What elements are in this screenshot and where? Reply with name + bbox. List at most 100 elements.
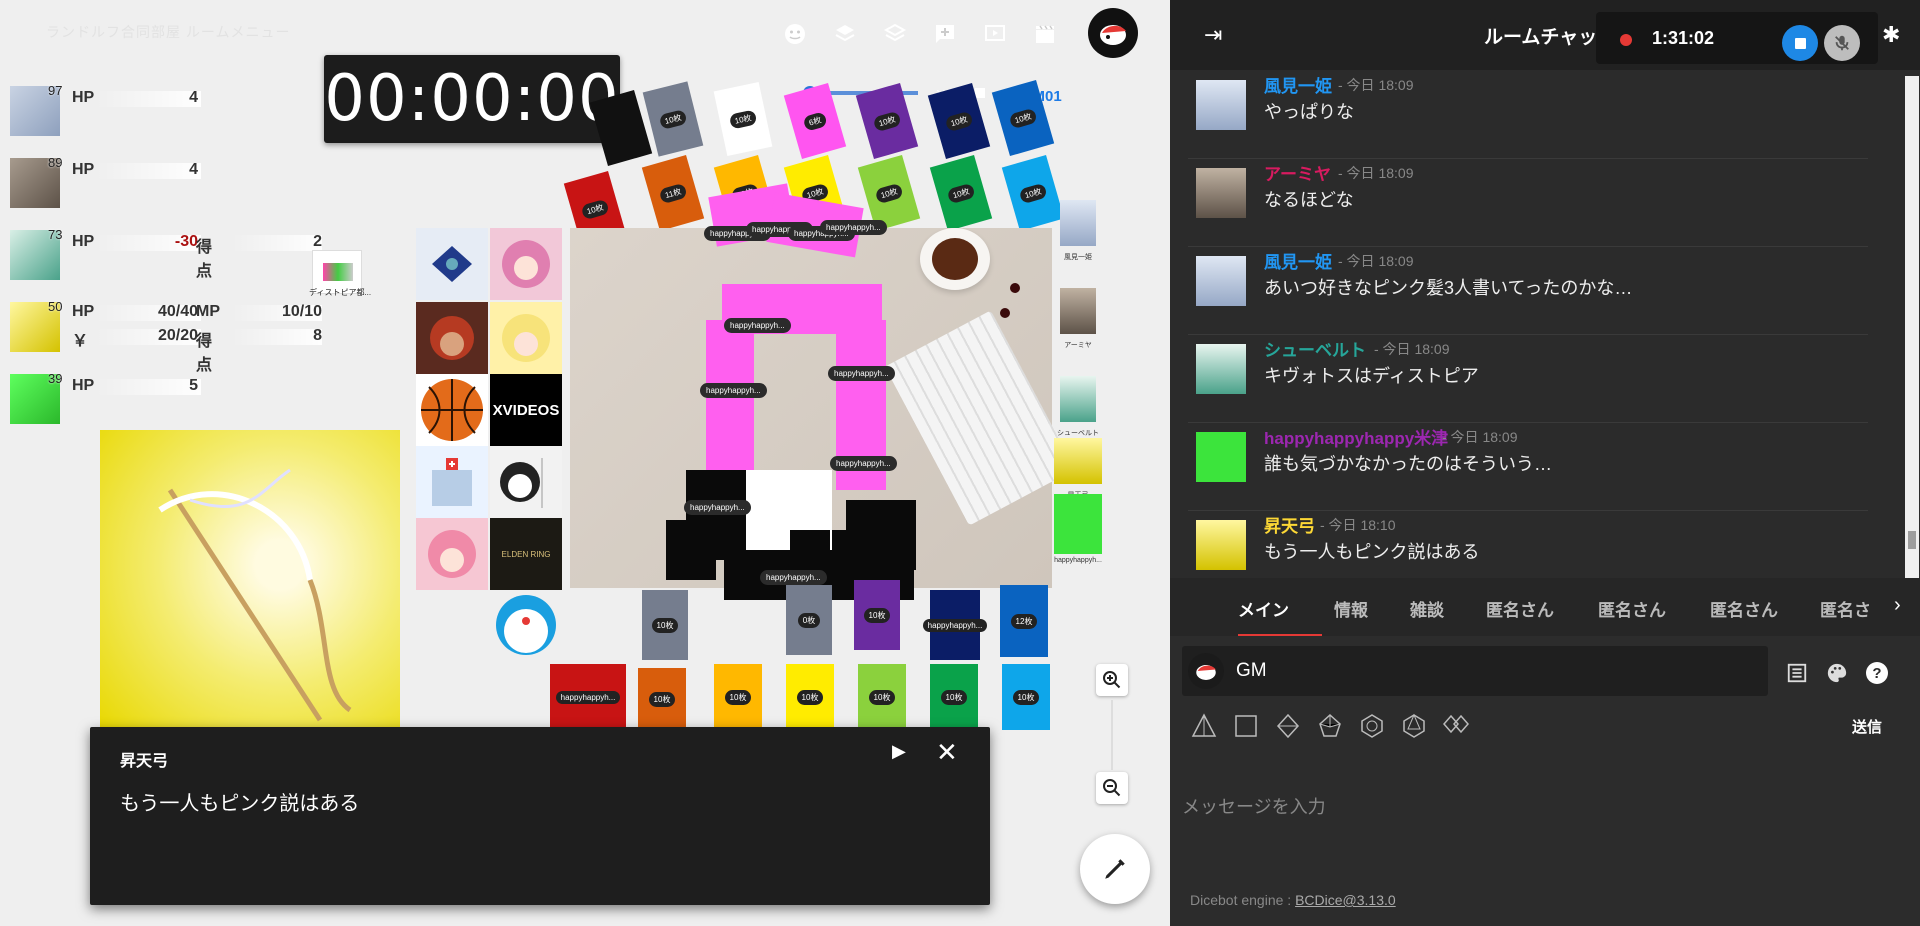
card[interactable]: 10枚 — [638, 668, 686, 730]
message-input[interactable] — [1180, 756, 1914, 858]
card[interactable]: happyhappyh... — [922, 590, 988, 660]
chat-popup[interactable]: 昇天弓 もう一人もピンク説はある ▶ ✕ — [90, 727, 990, 905]
card[interactable]: 10枚 — [1002, 664, 1050, 730]
d6-dice-icon[interactable] — [1232, 712, 1260, 740]
dystopia-card-label: ディストピア都... — [309, 288, 372, 297]
image-tile-logo[interactable]: XVIDEOS — [490, 374, 562, 446]
tab-anonymous-4[interactable]: 匿名さ — [1820, 596, 1871, 621]
chat-message: 風見一姫 - 今日 18:09 やっぱりな — [1188, 70, 1868, 159]
card[interactable]: 10枚 — [714, 664, 762, 730]
card[interactable]: 10枚 — [930, 664, 978, 730]
close-icon[interactable]: ✕ — [936, 737, 958, 768]
character-piece[interactable]: 昇天弓 — [1054, 438, 1102, 500]
popup-speaker: 昇天弓 — [120, 753, 169, 770]
stat-label: MP — [196, 303, 220, 320]
message-author: happyhappyhappy米津 — [1264, 429, 1449, 448]
zoom-out-button[interactable] — [1096, 772, 1128, 804]
tab-anonymous-2[interactable]: 匿名さん — [1598, 596, 1666, 621]
gm-avatar-button[interactable] — [1088, 8, 1138, 58]
message-time: - 今日 18:09 — [1374, 341, 1450, 357]
message-text: なるほどな — [1264, 190, 1354, 210]
image-tile-pirate[interactable] — [416, 302, 488, 374]
image-tile-pink-girl[interactable] — [416, 518, 488, 590]
card[interactable]: 12枚 — [1000, 585, 1048, 657]
stat-value: 8 — [313, 327, 322, 344]
face-icon[interactable] — [781, 20, 809, 48]
chat-header: ⇥ ルームチャット 1:31:02 ✱ — [1170, 0, 1920, 70]
add-comment-icon[interactable] — [931, 20, 959, 48]
d8-dice-icon[interactable] — [1274, 712, 1302, 740]
zoom-in-icon — [1103, 671, 1121, 689]
stat-label: HP — [72, 161, 95, 178]
next-arrow-icon[interactable]: ▶ — [892, 741, 906, 762]
image-tile-pink-hair[interactable] — [490, 228, 562, 300]
send-button[interactable]: 送信 — [1852, 716, 1882, 737]
card[interactable]: 11枚 — [641, 154, 705, 232]
d20-dice-icon[interactable] — [1400, 712, 1428, 740]
card[interactable]: 10枚 — [713, 81, 773, 157]
help-icon[interactable]: ? — [1864, 660, 1890, 686]
mic-off-button[interactable] — [1824, 25, 1860, 61]
d12-dice-icon[interactable] — [1358, 712, 1386, 740]
character-piece[interactable]: 風見一姫 — [1054, 200, 1102, 262]
tab-main[interactable]: メイン — [1238, 596, 1289, 621]
stop-recording-button[interactable] — [1782, 25, 1818, 61]
zoom-in-button[interactable] — [1096, 664, 1128, 696]
list-icon[interactable] — [1784, 660, 1810, 686]
stat-label: HP — [72, 89, 95, 106]
image-tile-basketball[interactable] — [416, 374, 488, 446]
chevron-right-icon[interactable]: › — [1894, 594, 1901, 617]
stat-value: 4 — [189, 161, 198, 178]
bow-image[interactable] — [100, 430, 400, 730]
character-piece[interactable]: シューベルト — [1054, 376, 1102, 438]
timer-display[interactable]: 00:00:00 — [324, 55, 620, 143]
zoom-slider[interactable] — [1111, 700, 1113, 770]
edit-button[interactable] — [1080, 834, 1150, 904]
palette-icon[interactable] — [1824, 660, 1850, 686]
layers-icon[interactable] — [831, 20, 859, 48]
card-owner-tag: happyhappyh... — [684, 500, 751, 515]
stat-value: 5 — [189, 377, 198, 394]
tab-info[interactable]: 情報 — [1334, 596, 1368, 621]
stat-value: 2 — [313, 233, 322, 250]
tab-anonymous-1[interactable]: 匿名さん — [1486, 596, 1554, 621]
character-selector[interactable]: GM — [1182, 646, 1768, 696]
slideshow-icon[interactable] — [981, 20, 1009, 48]
card[interactable]: 10枚 — [858, 664, 906, 730]
d4-dice-icon[interactable] — [1190, 712, 1218, 740]
collapse-panel-icon[interactable]: ⇥ — [1204, 22, 1222, 48]
game-table[interactable]: ランドルフ合同部屋 ルームメニュー 97 HP 4 89 HP 4 73 HP — [0, 0, 1170, 926]
dystopia-card[interactable]: ディストピア都... — [309, 250, 371, 297]
character-piece[interactable]: happyhappyh... — [1054, 494, 1102, 564]
image-tile-hospital[interactable] — [416, 446, 488, 518]
card[interactable]: 10枚 — [929, 154, 993, 232]
image-tile-doraemon[interactable] — [490, 590, 562, 662]
message-text: もう一人もピンク説はある — [1264, 542, 1480, 562]
card[interactable]: 0枚 — [786, 585, 832, 655]
character-piece[interactable]: アーミヤ — [1054, 288, 1102, 350]
image-tile-game-cover[interactable]: ELDEN RING — [490, 518, 562, 590]
chat-scrollbar[interactable] — [1905, 76, 1919, 578]
d100-dice-icon[interactable] — [1442, 712, 1470, 740]
card[interactable] — [589, 89, 653, 167]
stat-label: 得点 — [196, 239, 213, 280]
settings-icon[interactable]: ✱ — [1882, 22, 1900, 48]
tab-anonymous-3[interactable]: 匿名さん — [1710, 596, 1778, 621]
image-tile-drone[interactable] — [416, 228, 488, 300]
card[interactable]: 10枚 — [642, 590, 688, 660]
stop-icon[interactable] — [975, 88, 985, 98]
tab-chat[interactable]: 雑談 — [1410, 596, 1444, 621]
d10-dice-icon[interactable] — [1316, 712, 1344, 740]
clapperboard-icon[interactable] — [1031, 20, 1059, 48]
dicebot-link[interactable]: BCDice@3.13.0 — [1295, 892, 1396, 908]
image-tile-manga[interactable] — [490, 446, 562, 518]
card[interactable]: 10枚 — [854, 580, 900, 650]
layers-outline-icon[interactable] — [881, 20, 909, 48]
pencil-icon — [1105, 859, 1125, 879]
stat-label: ￥ — [72, 333, 89, 350]
card[interactable]: 10枚 — [786, 664, 834, 730]
card[interactable]: 10枚 — [642, 81, 704, 157]
image-tile-blonde[interactable] — [490, 302, 562, 374]
chat-log[interactable]: 風見一姫 - 今日 18:09 やっぱりな アーミヤ - 今日 18:09 なる… — [1188, 70, 1883, 576]
card[interactable]: happyhappyh... — [550, 664, 626, 730]
